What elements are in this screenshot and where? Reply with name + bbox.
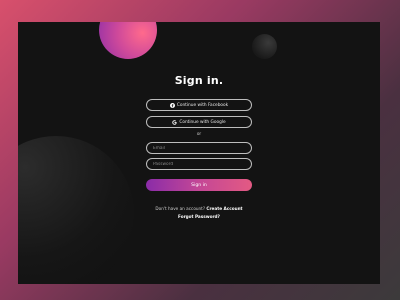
email-field[interactable] xyxy=(146,142,252,154)
forgot-password-link[interactable]: Forgot Password? xyxy=(18,214,380,219)
page-background: Sign in. Continue with Facebook Continue xyxy=(0,0,400,300)
decorative-gradient-orb xyxy=(99,22,157,59)
create-account-link[interactable]: Create Account xyxy=(206,206,242,211)
sign-in-button[interactable]: Sign in xyxy=(146,179,252,191)
or-divider: or xyxy=(196,131,202,136)
account-prompt-line: Don't have an account? Create Account xyxy=(18,206,380,211)
page-title: Sign in. xyxy=(174,74,224,87)
continue-with-google-button[interactable]: Continue with Google xyxy=(146,116,252,128)
facebook-button-label: Continue with Facebook xyxy=(176,102,229,108)
signin-card: Sign in. Continue with Facebook Continue xyxy=(18,22,380,284)
password-field[interactable] xyxy=(146,158,252,170)
continue-with-facebook-button[interactable]: Continue with Facebook xyxy=(146,99,252,111)
google-icon xyxy=(172,119,177,125)
google-button-label: Continue with Google xyxy=(179,119,226,125)
account-prompt-text: Don't have an account? xyxy=(155,206,206,211)
decorative-small-orb xyxy=(252,34,277,59)
facebook-icon xyxy=(169,102,175,108)
